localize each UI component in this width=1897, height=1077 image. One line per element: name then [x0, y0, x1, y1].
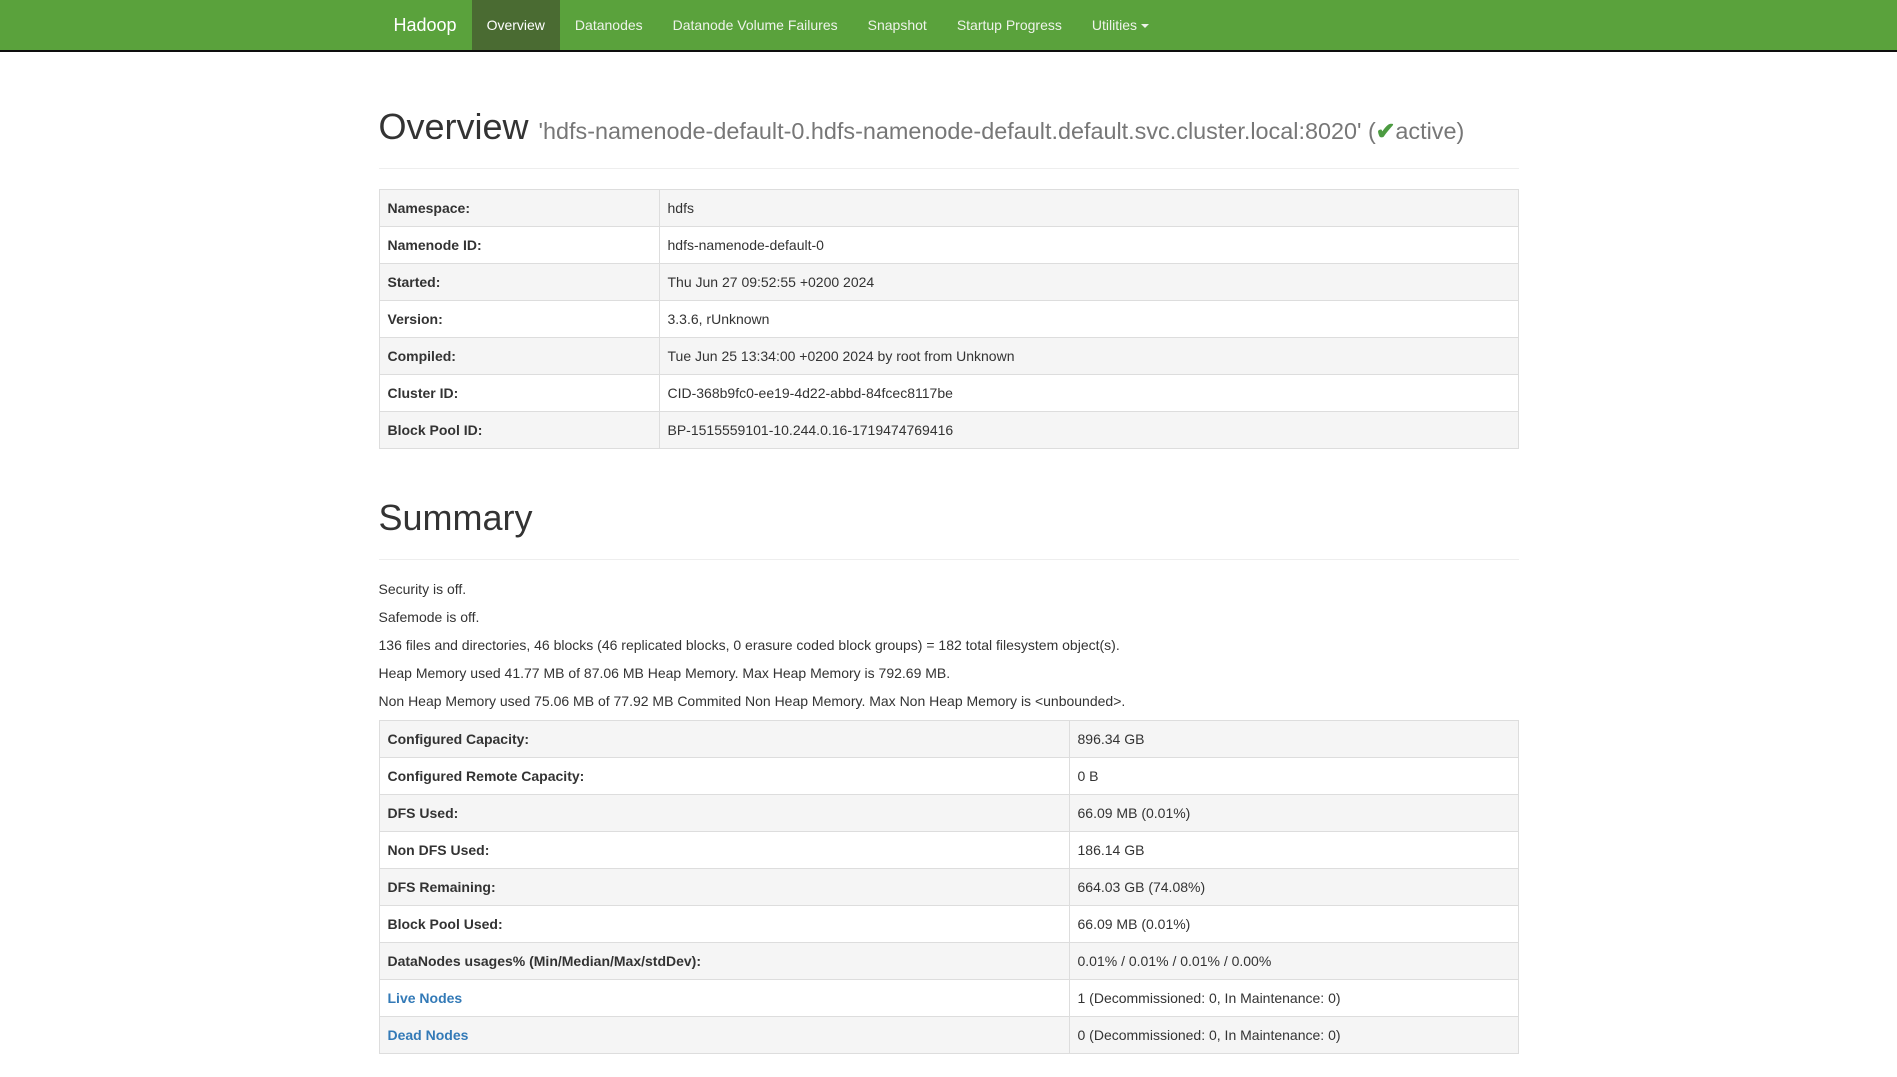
row-label: Live Nodes	[379, 979, 1069, 1016]
row-value: 0.01% / 0.01% / 0.01% / 0.00%	[1069, 942, 1518, 979]
row-label: Block Pool Used:	[379, 905, 1069, 942]
row-value: 3.3.6, rUnknown	[659, 301, 1518, 338]
overview-page-header: Overview 'hdfs-namenode-default-0.hdfs-n…	[379, 104, 1519, 169]
table-row: Live Nodes 1 (Decommissioned: 0, In Main…	[379, 979, 1518, 1016]
namenode-host: 'hdfs-namenode-default-0.hdfs-namenode-d…	[539, 118, 1465, 144]
table-row: Version: 3.3.6, rUnknown	[379, 301, 1518, 338]
top-navbar: Hadoop Overview Datanodes Datanode Volum…	[0, 0, 1897, 52]
table-row: Configured Remote Capacity: 0 B	[379, 757, 1518, 794]
row-label: Started:	[379, 264, 659, 301]
live-nodes-link[interactable]: Live Nodes	[388, 990, 463, 1006]
row-label: Configured Remote Capacity:	[379, 757, 1069, 794]
row-label: DFS Used:	[379, 794, 1069, 831]
status-active-label: active)	[1395, 118, 1464, 144]
overview-info-table: Namespace: hdfs Namenode ID: hdfs-nameno…	[379, 189, 1519, 449]
status-open-paren: (	[1368, 118, 1376, 144]
row-value: 664.03 GB (74.08%)	[1069, 868, 1518, 905]
nav-link-overview[interactable]: Overview	[472, 0, 560, 50]
nav-link-snapshot[interactable]: Snapshot	[853, 0, 942, 50]
table-row: Dead Nodes 0 (Decommissioned: 0, In Main…	[379, 1016, 1518, 1053]
check-icon: ✔	[1376, 118, 1396, 144]
table-row: Non DFS Used: 186.14 GB	[379, 831, 1518, 868]
summary-info-table: Configured Capacity: 896.34 GB Configure…	[379, 720, 1519, 1054]
filesystem-objects-text: 136 files and directories, 46 blocks (46…	[379, 636, 1519, 656]
summary-page-header: Summary	[379, 495, 1519, 560]
row-label: Cluster ID:	[379, 375, 659, 412]
row-value: hdfs-namenode-default-0	[659, 227, 1518, 264]
nav-item-snapshot[interactable]: Snapshot	[853, 0, 942, 50]
row-label: DataNodes usages% (Min/Median/Max/stdDev…	[379, 942, 1069, 979]
navbar-menu: Overview Datanodes Datanode Volume Failu…	[472, 0, 1164, 50]
table-row: Compiled: Tue Jun 25 13:34:00 +0200 2024…	[379, 338, 1518, 375]
row-value: hdfs	[659, 190, 1518, 227]
page-title-text: Overview	[379, 106, 529, 147]
nav-item-overview[interactable]: Overview	[472, 0, 560, 50]
table-row: Block Pool ID: BP-1515559101-10.244.0.16…	[379, 412, 1518, 449]
table-row: Started: Thu Jun 27 09:52:55 +0200 2024	[379, 264, 1518, 301]
brand-hadoop: Hadoop	[379, 0, 472, 50]
row-value: 896.34 GB	[1069, 720, 1518, 757]
namenode-host-text: 'hdfs-namenode-default-0.hdfs-namenode-d…	[539, 118, 1362, 144]
row-value: CID-368b9fc0-ee19-4d22-abbd-84fcec8117be	[659, 375, 1518, 412]
row-label: Non DFS Used:	[379, 831, 1069, 868]
table-row: Configured Capacity: 896.34 GB	[379, 720, 1518, 757]
row-label: Configured Capacity:	[379, 720, 1069, 757]
nav-item-datanodes[interactable]: Datanodes	[560, 0, 658, 50]
row-label: Version:	[379, 301, 659, 338]
nav-item-utilities[interactable]: Utilities	[1077, 0, 1164, 50]
nav-link-utilities-dropdown[interactable]: Utilities	[1077, 0, 1164, 50]
nav-link-utilities-label: Utilities	[1092, 17, 1137, 33]
table-row: DFS Used: 66.09 MB (0.01%)	[379, 794, 1518, 831]
table-row: Namenode ID: hdfs-namenode-default-0	[379, 227, 1518, 264]
row-value: 0 (Decommissioned: 0, In Maintenance: 0)	[1069, 1016, 1518, 1053]
row-label: Dead Nodes	[379, 1016, 1069, 1053]
row-value: BP-1515559101-10.244.0.16-1719474769416	[659, 412, 1518, 449]
nav-item-datanode-volume-failures[interactable]: Datanode Volume Failures	[658, 0, 853, 50]
row-value: 186.14 GB	[1069, 831, 1518, 868]
table-row: DFS Remaining: 664.03 GB (74.08%)	[379, 868, 1518, 905]
row-value: 0 B	[1069, 757, 1518, 794]
row-value: Tue Jun 25 13:34:00 +0200 2024 by root f…	[659, 338, 1518, 375]
security-status-text: Security is off.	[379, 580, 1519, 600]
table-row: Block Pool Used: 66.09 MB (0.01%)	[379, 905, 1518, 942]
row-label: Namespace:	[379, 190, 659, 227]
row-value: Thu Jun 27 09:52:55 +0200 2024	[659, 264, 1518, 301]
table-row: Namespace: hdfs	[379, 190, 1518, 227]
summary-title: Summary	[379, 495, 1519, 540]
row-label: Compiled:	[379, 338, 659, 375]
dead-nodes-link[interactable]: Dead Nodes	[388, 1027, 469, 1043]
nav-link-datanode-volume-failures[interactable]: Datanode Volume Failures	[658, 0, 853, 50]
table-row: DataNodes usages% (Min/Median/Max/stdDev…	[379, 942, 1518, 979]
nav-link-startup-progress[interactable]: Startup Progress	[942, 0, 1077, 50]
safemode-status-text: Safemode is off.	[379, 608, 1519, 628]
page-title: Overview 'hdfs-namenode-default-0.hdfs-n…	[379, 104, 1519, 149]
nav-item-startup-progress[interactable]: Startup Progress	[942, 0, 1077, 50]
chevron-down-icon	[1141, 24, 1149, 28]
row-label: DFS Remaining:	[379, 868, 1069, 905]
row-value: 66.09 MB (0.01%)	[1069, 794, 1518, 831]
nav-link-datanodes[interactable]: Datanodes	[560, 0, 658, 50]
row-value: 1 (Decommissioned: 0, In Maintenance: 0)	[1069, 979, 1518, 1016]
non-heap-memory-text: Non Heap Memory used 75.06 MB of 77.92 M…	[379, 692, 1519, 712]
heap-memory-text: Heap Memory used 41.77 MB of 87.06 MB He…	[379, 664, 1519, 684]
row-value: 66.09 MB (0.01%)	[1069, 905, 1518, 942]
row-label: Block Pool ID:	[379, 412, 659, 449]
table-row: Cluster ID: CID-368b9fc0-ee19-4d22-abbd-…	[379, 375, 1518, 412]
summary-text-block: Security is off. Safemode is off. 136 fi…	[379, 580, 1519, 712]
row-label: Namenode ID:	[379, 227, 659, 264]
namenode-status: (✔active)	[1368, 118, 1464, 144]
